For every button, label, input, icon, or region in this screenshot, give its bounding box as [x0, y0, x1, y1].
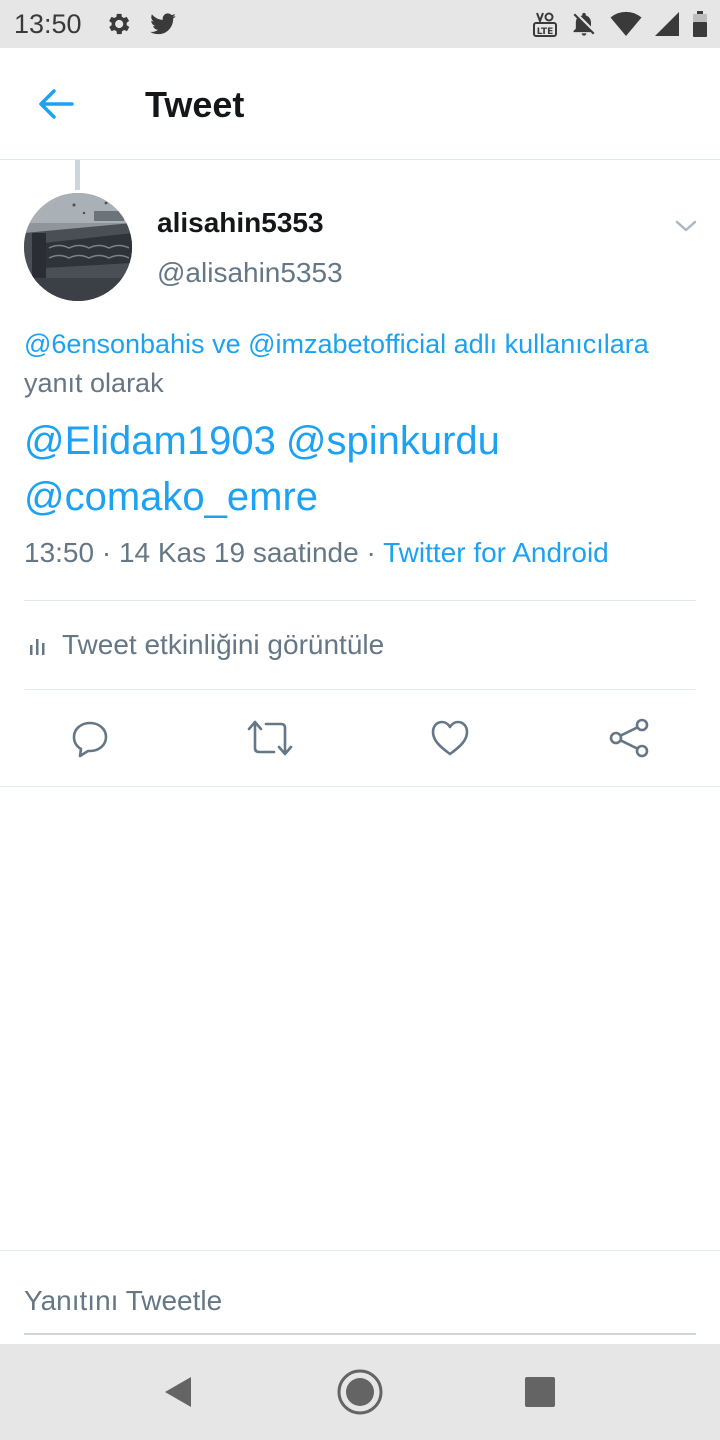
- mention-link[interactable]: @imzabetofficial: [248, 329, 446, 359]
- reply-context: @6ensonbahis ve @imzabetofficial adlı ku…: [24, 325, 684, 403]
- share-button[interactable]: [603, 712, 655, 764]
- reply-button[interactable]: [64, 712, 116, 764]
- tweet-text: @Elidam1903 @spinkurdu @comako_emre: [24, 413, 694, 525]
- svg-text:LTE: LTE: [537, 27, 554, 37]
- tweet-activity-link[interactable]: Tweet etkinliğini görüntüle: [24, 602, 696, 688]
- notifications-off-icon: [573, 12, 595, 36]
- reply-icon: [72, 721, 108, 758]
- mention-link[interactable]: @6ensonbahis: [24, 329, 205, 359]
- tweet-timestamp: 13:50 · 14 Kas 19 saatinde ·: [24, 537, 384, 568]
- twitter-bird-icon: [150, 13, 176, 35]
- tweet-meta: 13:50 · 14 Kas 19 saatinde · Twitter for…: [24, 537, 609, 569]
- like-button[interactable]: [424, 712, 476, 764]
- arrow-left-icon: [39, 89, 74, 119]
- mention-link[interactable]: @comako_emre: [24, 475, 318, 519]
- system-nav-bar: [0, 1344, 720, 1440]
- tweet-action-bar: [0, 690, 720, 786]
- nav-home-button[interactable]: [336, 1368, 384, 1416]
- divider: [0, 786, 720, 787]
- recents-square-icon: [525, 1377, 555, 1407]
- reply-context-suffix: yanıt olarak: [24, 368, 164, 398]
- tweet-options-button[interactable]: [668, 208, 704, 244]
- avatar-image: [24, 193, 132, 301]
- home-circle-icon: [337, 1369, 383, 1415]
- wifi-icon: [610, 11, 642, 36]
- share-icon: [609, 718, 649, 758]
- status-icons: LTE: [532, 8, 708, 40]
- mention-link[interactable]: @Elidam1903: [24, 419, 276, 463]
- username[interactable]: @alisahin5353: [157, 257, 343, 289]
- page-title: Tweet: [145, 84, 245, 125]
- gear-icon: [109, 13, 130, 35]
- divider: [24, 600, 696, 601]
- nav-recents-button[interactable]: [516, 1368, 564, 1416]
- back-button[interactable]: [24, 72, 88, 136]
- reply-input-underline: [24, 1333, 696, 1335]
- tweet-activity-label: Tweet etkinliğini görüntüle: [62, 629, 385, 660]
- battery-icon: [693, 11, 707, 37]
- volte-icon: LTE: [533, 12, 557, 37]
- back-triangle-icon: [165, 1377, 191, 1407]
- nav-back-button[interactable]: [154, 1368, 202, 1416]
- heart-icon: [431, 720, 469, 756]
- chevron-down-icon: [675, 220, 697, 232]
- bar-chart-icon: [30, 639, 45, 655]
- avatar[interactable]: [24, 193, 132, 301]
- display-name[interactable]: alisahin5353: [157, 207, 324, 239]
- status-time: 13:50: [14, 9, 82, 39]
- tweet-source-link[interactable]: Twitter for Android: [383, 537, 609, 568]
- reply-input[interactable]: Yanıtını Tweetle: [24, 1285, 222, 1317]
- app-header: Tweet: [0, 48, 720, 160]
- signal-icon: [655, 12, 679, 36]
- retweet-button[interactable]: [244, 712, 296, 764]
- reply-composer: Yanıtını Tweetle: [0, 1250, 720, 1344]
- replied-users-link[interactable]: adlı kullanıcılara: [454, 329, 649, 359]
- status-bar: 13:50 LTE: [0, 0, 720, 48]
- reply-connector: ve: [212, 329, 241, 359]
- mention-link[interactable]: @spinkurdu: [286, 419, 500, 463]
- retweet-icon: [247, 720, 293, 756]
- thread-line: [75, 160, 80, 190]
